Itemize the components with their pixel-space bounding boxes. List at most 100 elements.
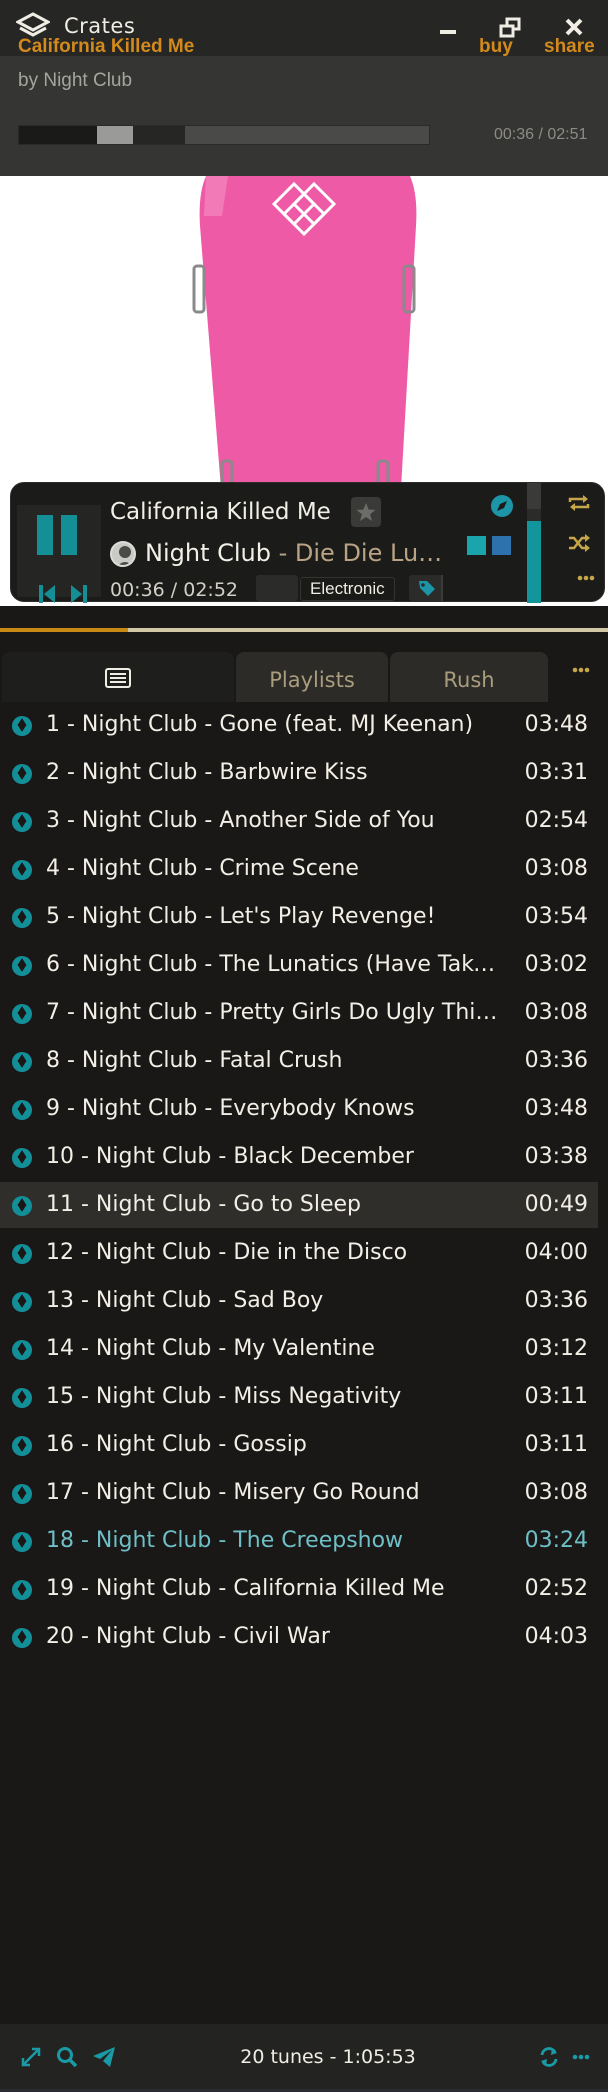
now-playing-artist-album[interactable]: Night Club - Die Die Lu… bbox=[145, 539, 445, 567]
tab-queue[interactable] bbox=[2, 652, 234, 702]
bandcamp-player-header: Crates California Killed Me buy share by… bbox=[0, 0, 608, 176]
star-icon bbox=[356, 503, 376, 521]
track-row[interactable]: 3 - Night Club - Another Side of You 02:5… bbox=[0, 798, 598, 844]
bandcamp-compass-icon bbox=[12, 1484, 32, 1504]
divider bbox=[441, 575, 443, 601]
bandcamp-compass-icon bbox=[12, 1436, 32, 1456]
tag-icon bbox=[419, 581, 435, 596]
track-row[interactable]: 15 - Night Club - Miss Negativity 03:11 bbox=[0, 1374, 598, 1420]
track-row[interactable]: 10 - Night Club - Black December 03:38 bbox=[0, 1134, 598, 1180]
track-row[interactable]: 9 - Night Club - Everybody Knows 03:48 bbox=[0, 1086, 598, 1132]
track-title: 19 - Night Club - California Killed Me bbox=[46, 1576, 445, 1601]
bandcamp-compass-icon bbox=[12, 1628, 32, 1648]
track-duration: 03:11 bbox=[524, 1384, 588, 1409]
share-link[interactable]: share bbox=[544, 36, 595, 58]
track-row[interactable]: 12 - Night Club - Die in the Disco 04:00 bbox=[0, 1230, 598, 1276]
track-row[interactable]: 6 - Night Club - The Lunatics (Have Take… bbox=[0, 942, 598, 988]
bandcamp-compass-icon bbox=[12, 908, 32, 928]
previous-track-icon[interactable] bbox=[37, 583, 57, 605]
tag-slot[interactable] bbox=[256, 575, 298, 601]
now-playing-artist[interactable]: Night Club bbox=[145, 539, 271, 567]
more-options-icon[interactable] bbox=[577, 575, 595, 581]
bandcamp-compass-icon bbox=[12, 764, 32, 784]
bandcamp-compass-icon bbox=[12, 1532, 32, 1552]
track-row[interactable]: 19 - Night Club - California Killed Me 02… bbox=[0, 1566, 598, 1612]
progress-knob[interactable] bbox=[97, 126, 133, 144]
list-icon bbox=[105, 668, 131, 688]
embed-artist-line[interactable]: by Night Club bbox=[18, 70, 132, 92]
track-title: 4 - Night Club - Crime Scene bbox=[46, 856, 359, 881]
repeat-icon[interactable] bbox=[567, 493, 591, 513]
track-duration: 03:36 bbox=[524, 1048, 588, 1073]
track-title: 17 - Night Club - Misery Go Round bbox=[46, 1480, 420, 1505]
pause-icon[interactable] bbox=[37, 515, 53, 555]
track-duration: 03:08 bbox=[524, 1000, 588, 1025]
pause-icon-bar[interactable] bbox=[61, 515, 77, 555]
track-row[interactable]: 8 - Night Club - Fatal Crush 03:36 bbox=[0, 1038, 598, 1084]
track-title: 8 - Night Club - Fatal Crush bbox=[46, 1048, 343, 1073]
track-title: 11 - Night Club - Go to Sleep bbox=[46, 1192, 362, 1217]
buy-link[interactable]: buy bbox=[479, 36, 513, 58]
now-playing-card: California Killed Me Night Club - Die Di… bbox=[10, 482, 605, 603]
track-row[interactable]: 11 - Night Club - Go to Sleep 00:49 bbox=[0, 1182, 598, 1228]
progress-played bbox=[19, 126, 106, 144]
bandcamp-compass-icon bbox=[12, 1100, 32, 1120]
tabs-more-icon[interactable] bbox=[572, 667, 590, 673]
bandcamp-compass-icon bbox=[12, 1052, 32, 1072]
add-tag-button[interactable] bbox=[409, 575, 443, 601]
artist-avatar bbox=[110, 541, 136, 567]
bandcamp-compass-icon bbox=[12, 956, 32, 976]
track-duration: 04:00 bbox=[524, 1240, 588, 1265]
track-title: 7 - Night Club - Pretty Girls Do Ugly Th… bbox=[46, 1000, 498, 1025]
track-row[interactable]: 1 - Night Club - Gone (feat. MJ Keenan) 0… bbox=[0, 702, 598, 748]
track-row[interactable]: 14 - Night Club - My Valentine 03:12 bbox=[0, 1326, 598, 1372]
footer-more-icon[interactable] bbox=[572, 2054, 590, 2060]
tab-playlists[interactable]: Playlists bbox=[236, 652, 388, 702]
embed-progress-bar[interactable] bbox=[18, 125, 430, 145]
track-row[interactable]: 20 - Night Club - Civil War 04:03 bbox=[0, 1614, 598, 1660]
tab-rush[interactable]: Rush bbox=[390, 652, 548, 702]
volume-level bbox=[527, 521, 541, 603]
track-duration: 03:31 bbox=[524, 760, 588, 785]
blue-square[interactable] bbox=[492, 536, 511, 555]
track-duration: 02:54 bbox=[524, 808, 588, 833]
embed-track-title[interactable]: California Killed Me bbox=[18, 36, 194, 58]
tab-bar: Playlists Rush bbox=[0, 652, 608, 702]
track-row[interactable]: 13 - Night Club - Sad Boy 03:36 bbox=[0, 1278, 598, 1324]
track-duration: 02:52 bbox=[524, 1576, 588, 1601]
bandcamp-compass-icon bbox=[12, 1244, 32, 1264]
bandcamp-compass-icon bbox=[12, 1148, 32, 1168]
track-row[interactable]: 4 - Night Club - Crime Scene 03:08 bbox=[0, 846, 598, 892]
shuffle-icon[interactable] bbox=[567, 533, 591, 553]
playback-progress-line-played bbox=[0, 628, 128, 632]
track-row[interactable]: 17 - Night Club - Misery Go Round 03:08 bbox=[0, 1470, 598, 1516]
track-row[interactable]: 2 - Night Club - Barbwire Kiss 03:31 bbox=[0, 750, 598, 796]
refresh-icon[interactable] bbox=[538, 2046, 560, 2068]
track-row[interactable]: 18 - Night Club - The Creepshow 03:24 bbox=[0, 1518, 598, 1564]
track-title: 1 - Night Club - Gone (feat. MJ Keenan) bbox=[46, 712, 474, 737]
volume-slider-top bbox=[527, 483, 541, 509]
bandcamp-compass-icon bbox=[12, 1004, 32, 1024]
track-duration: 03:08 bbox=[524, 856, 588, 881]
track-title: 6 - Night Club - The Lunatics (Have Take… bbox=[46, 952, 498, 977]
embed-time-readout: 00:36 / 02:51 bbox=[494, 126, 588, 143]
track-row[interactable]: 7 - Night Club - Pretty Girls Do Ugly Th… bbox=[0, 990, 598, 1036]
track-title: 20 - Night Club - Civil War bbox=[46, 1624, 330, 1649]
next-track-icon[interactable] bbox=[69, 583, 89, 605]
minimize-icon[interactable] bbox=[434, 16, 462, 40]
bandcamp-compass-icon bbox=[12, 1388, 32, 1408]
genre-tag[interactable]: Electronic bbox=[300, 577, 395, 601]
artist-album-separator: - bbox=[270, 539, 295, 567]
now-playing-album[interactable]: Die Die Lu… bbox=[295, 539, 442, 567]
track-title: 16 - Night Club - Gossip bbox=[46, 1432, 307, 1457]
track-title: 14 - Night Club - My Valentine bbox=[46, 1336, 375, 1361]
favorite-button[interactable] bbox=[351, 497, 381, 527]
teal-square[interactable] bbox=[467, 536, 486, 555]
track-duration: 03:02 bbox=[524, 952, 588, 977]
track-title: 3 - Night Club - Another Side of You bbox=[46, 808, 435, 833]
player-controls bbox=[17, 505, 101, 603]
track-row[interactable]: 16 - Night Club - Gossip 03:11 bbox=[0, 1422, 598, 1468]
track-duration: 03:11 bbox=[524, 1432, 588, 1457]
track-row[interactable]: 5 - Night Club - Let's Play Revenge! 03:5… bbox=[0, 894, 598, 940]
bandcamp-source-icon[interactable] bbox=[491, 495, 513, 517]
